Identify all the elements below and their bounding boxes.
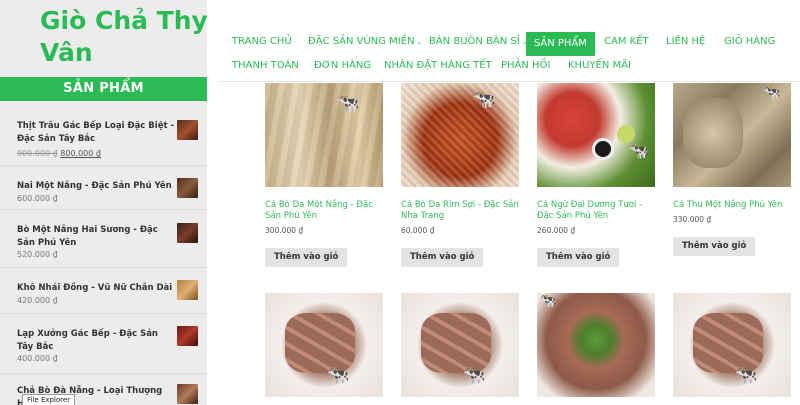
product-image[interactable]: 🐄 [537, 293, 655, 397]
nav-label: ĐƠN HÀNG [314, 60, 372, 71]
nav-label: SẢN PHẨM [534, 38, 587, 49]
cow-logo-icon: 🐄 [629, 141, 649, 160]
nav-khuyen-mai[interactable]: KHUYẾN MÃI [560, 54, 639, 78]
product-name-link[interactable]: Bò Một Nắng Hai Sương - Đặc Sản Phú Yên [17, 224, 177, 250]
nav-label: TRANG CHỦ [232, 36, 292, 47]
old-price: 900.000 ₫ [17, 149, 58, 158]
product-name-link[interactable]: Thịt Trâu Gác Bếp Loại Đặc Biệt - Đặc Sả… [17, 120, 177, 146]
file-explorer-tooltip: File Explorer [22, 394, 76, 405]
product-title-link[interactable]: Cá Bò Da Rim Sợi - Đặc Sản Nha Trang [401, 200, 519, 222]
nav-label: CAM KẾT [604, 36, 649, 47]
add-to-cart-button[interactable]: Thêm vào giỏ [265, 248, 348, 267]
product-image[interactable]: 🐄 [265, 83, 383, 187]
cow-logo-icon: 🐄 [473, 89, 496, 110]
nav-label: ĐẶC SẢN VÙNG MIỀN [308, 36, 415, 47]
cow-logo-icon: 🐄 [327, 365, 350, 386]
nav-phan-hoi[interactable]: PHẢN HỒI [493, 54, 558, 78]
nav-label: KHUYẾN MÃI [568, 60, 631, 71]
product-image[interactable]: 🐄 [401, 293, 519, 397]
list-item[interactable]: Thịt Trâu Gác Bếp Loại Đặc Biệt - Đặc Sả… [0, 106, 207, 166]
product-title-link[interactable]: Cá Thu Một Nắng Phú Yên [673, 200, 791, 211]
nav-label: NHÂN ĐẶT HÀNG TẾT [384, 60, 492, 71]
cow-logo-icon: 🐄 [735, 365, 758, 386]
product-image[interactable]: 🐄 [673, 293, 791, 397]
add-to-cart-button[interactable]: Thêm vào giỏ [673, 237, 756, 256]
nav-gio-hang[interactable]: GIỎ HÀNG [716, 30, 783, 54]
cow-logo-icon: 🐄 [763, 85, 781, 101]
product-price: 260.000 ₫ [537, 226, 576, 235]
sidebar-title: SẢN PHẨM [0, 77, 207, 101]
cow-logo-icon: 🐄 [337, 93, 360, 114]
product-price: 60.000 ₫ [401, 226, 435, 235]
cow-logo-icon: 🐄 [463, 365, 486, 386]
product-thumbnail[interactable] [177, 384, 198, 404]
product-name-link[interactable]: Khô Nhái Đồng - Vũ Nữ Chân Dài [17, 282, 177, 295]
nav-label: LIÊN HỆ [666, 36, 706, 47]
product-image[interactable]: 🐄 [401, 83, 519, 187]
product-thumbnail[interactable] [177, 280, 198, 300]
cow-logo-icon: 🐄 [539, 293, 557, 309]
nav-label: BÁN BUÔN BÁN SỈ [429, 36, 520, 47]
site-header: Giò Chả Thy Vân TRANG CHỦ ĐẶC SẢN VÙNG M… [0, 0, 800, 82]
nav-ban-buon-ban-si[interactable]: BÁN BUÔN BÁN SỈ ⌄ [421, 30, 536, 54]
product-name-link[interactable]: Nai Một Nắng - Đặc Sản Phú Yên [17, 180, 177, 193]
product-image[interactable]: 🐄 [537, 83, 655, 187]
nav-san-pham[interactable]: SẢN PHẨM [526, 32, 595, 56]
product-thumbnail[interactable] [177, 326, 198, 346]
product-image[interactable]: 🐄 [265, 293, 383, 397]
nav-lien-he[interactable]: LIÊN HỆ [658, 30, 713, 54]
product-thumbnail[interactable] [177, 178, 198, 198]
add-to-cart-button[interactable]: Thêm vào giỏ [537, 248, 620, 267]
product-price: 520.000 ₫ [17, 250, 58, 259]
product-title-link[interactable]: Cá Ngừ Đại Dương Tươi - Đặc Sản Phú Yên [537, 200, 655, 222]
add-to-cart-button[interactable]: Thêm vào giỏ [401, 248, 484, 267]
list-item[interactable]: Lạp Xưởng Gác Bếp - Đặc Sản Tây Bắc 400.… [0, 314, 207, 374]
product-price: 900.000 ₫ 800.000 ₫ [17, 149, 101, 158]
main-nav: TRANG CHỦ ĐẶC SẢN VÙNG MIỀN ⌄ BÁN BUÔN BÁ… [220, 30, 800, 82]
nav-label: PHẢN HỒI [501, 60, 551, 71]
nav-cam-ket[interactable]: CAM KẾT [596, 30, 657, 54]
list-item[interactable]: Nai Một Nắng - Đặc Sản Phú Yên 600.000 ₫ [0, 166, 207, 210]
product-price: 400.000 ₫ [17, 354, 58, 363]
product-title-link[interactable]: Cá Bò Da Một Nắng - Đặc Sản Phú Yên [265, 200, 383, 222]
nav-nhan-dat-hang-tet[interactable]: NHÂN ĐẶT HÀNG TẾT [376, 54, 500, 78]
site-logo-title[interactable]: Giò Chả Thy Vân [40, 5, 220, 69]
nav-thanh-toan[interactable]: THANH TOÁN [224, 54, 307, 78]
product-price: 300.000 ₫ [265, 226, 304, 235]
product-thumbnail[interactable] [177, 223, 198, 243]
nav-don-hang[interactable]: ĐƠN HÀNG [306, 54, 379, 78]
product-price: 330.000 ₫ [673, 215, 712, 224]
list-item[interactable]: Bò Một Nắng Hai Sương - Đặc Sản Phú Yên … [0, 210, 207, 268]
product-name-link[interactable]: Lạp Xưởng Gác Bếp - Đặc Sản Tây Bắc [17, 328, 177, 354]
product-thumbnail[interactable] [177, 120, 198, 140]
nav-label: THANH TOÁN [232, 60, 299, 71]
product-image[interactable]: 🐄 [673, 83, 791, 187]
list-item[interactable]: Khô Nhái Đồng - Vũ Nữ Chân Dài 420.000 ₫ [0, 268, 207, 314]
product-price: 600.000 ₫ [17, 194, 58, 203]
sale-price: 800.000 ₫ [60, 149, 101, 158]
product-price: 420.000 ₫ [17, 296, 58, 305]
nav-dac-san-vung-mien[interactable]: ĐẶC SẢN VÙNG MIỀN ⌄ [300, 30, 430, 54]
nav-label: GIỎ HÀNG [724, 36, 776, 47]
nav-trang-chu[interactable]: TRANG CHỦ [224, 30, 300, 54]
